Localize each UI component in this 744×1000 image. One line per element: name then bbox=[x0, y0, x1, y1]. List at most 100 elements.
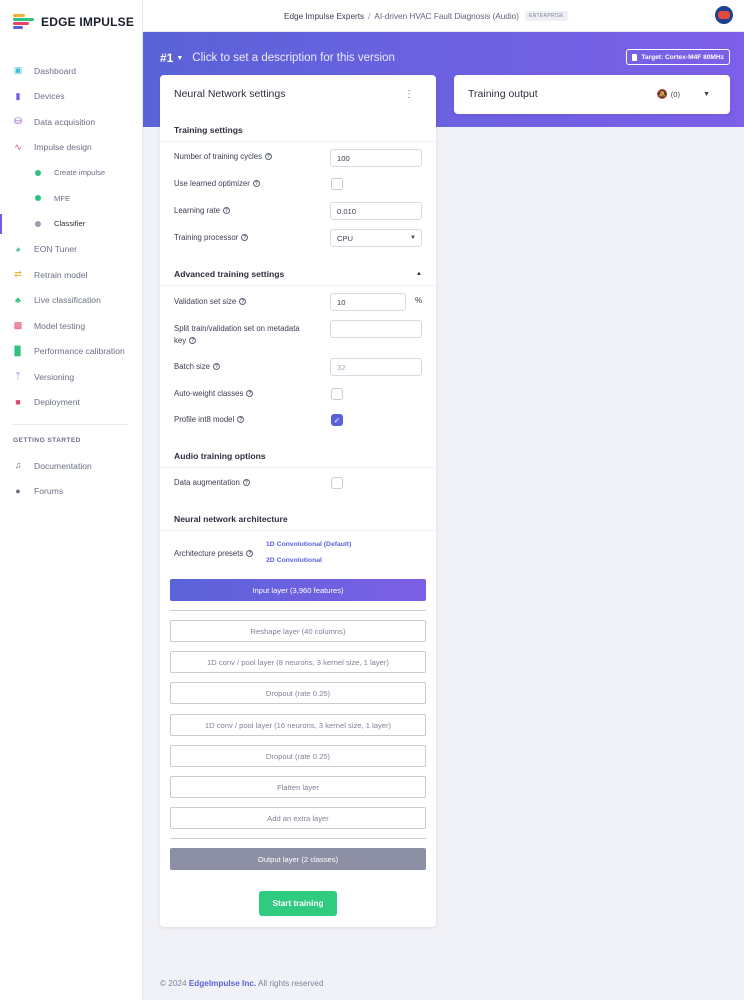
help-icon[interactable]: ? bbox=[212, 363, 220, 370]
sidebar-item-data-acquisition[interactable]: ⛁ Data acquisition bbox=[0, 109, 143, 135]
layer-divider bbox=[170, 610, 426, 611]
layer-dropout-2[interactable]: Dropout (rate 0.25) bbox=[170, 745, 426, 767]
section-heading-audio: Audio training options bbox=[174, 451, 266, 461]
sidebar-item-forums[interactable]: ● Forums bbox=[0, 479, 143, 505]
testing-icon: ▩ bbox=[13, 320, 23, 331]
version-selector[interactable]: #1 ▼ Click to set a description for this… bbox=[160, 51, 395, 65]
sidebar-item-eon-tuner[interactable]: ◕ EON Tuner bbox=[0, 237, 143, 263]
learned-optimizer-checkbox[interactable] bbox=[331, 178, 343, 190]
help-icon[interactable]: ? bbox=[241, 234, 249, 241]
layer-dropout-1[interactable]: Dropout (rate 0.25) bbox=[170, 682, 426, 704]
sidebar-item-model-testing[interactable]: ▩ Model testing bbox=[0, 313, 143, 339]
status-dot-icon bbox=[35, 195, 41, 202]
learning-rate-input[interactable]: 0.010 bbox=[330, 202, 422, 220]
sidebar-item-label: Impulse design bbox=[34, 142, 92, 153]
training-cycles-label: Number of training cycles? bbox=[174, 152, 272, 161]
input-layer-button[interactable]: Input layer (3,960 features) bbox=[170, 579, 426, 601]
section-heading-training: Training settings bbox=[174, 125, 243, 135]
help-icon[interactable]: ? bbox=[239, 298, 247, 305]
sidebar-item-label: Retrain model bbox=[34, 269, 88, 280]
help-icon[interactable]: ? bbox=[242, 479, 250, 486]
sidebar-item-label: Deployment bbox=[34, 397, 80, 408]
layer-conv1d-1[interactable]: 1D conv / pool layer (8 neurons, 3 kerne… bbox=[170, 651, 426, 673]
sidebar-item-deployment[interactable]: ■ Deployment bbox=[0, 390, 143, 416]
auto-weight-checkbox[interactable] bbox=[331, 388, 343, 400]
divider bbox=[160, 141, 436, 142]
section-heading-architecture: Neural network architecture bbox=[174, 514, 288, 524]
profile-int8-checkbox[interactable]: ✓ bbox=[331, 414, 343, 426]
preset-1d-conv-link[interactable]: 1D Convolutional (Default) bbox=[266, 541, 351, 548]
sidebar-item-versioning[interactable]: ᛉ Versioning bbox=[0, 364, 143, 390]
sidebar-item-label: Data acquisition bbox=[34, 116, 96, 127]
sidebar-item-label: Live classification bbox=[34, 295, 101, 306]
plan-badge: ENTERPRISE bbox=[524, 11, 568, 21]
shuffle-icon: ⇄ bbox=[14, 269, 22, 280]
help-icon[interactable]: ? bbox=[246, 390, 254, 397]
chip-icon bbox=[632, 53, 638, 61]
layer-flatten[interactable]: Flatten layer bbox=[170, 776, 426, 798]
sidebar-item-dashboard[interactable]: ▣ Dashboard bbox=[0, 58, 143, 84]
sidebar: EDGE IMPULSE ▣ Dashboard ▮ Devices ⛁ Dat… bbox=[0, 0, 143, 1000]
data-augmentation-checkbox[interactable] bbox=[331, 477, 343, 489]
notifications-control[interactable]: 🔕 (0) ▼ bbox=[657, 89, 710, 100]
validation-size-label: Validation set size? bbox=[174, 297, 247, 306]
help-icon[interactable]: ? bbox=[264, 153, 272, 160]
training-processor-label: Training processor? bbox=[174, 233, 249, 242]
sidebar-item-performance-calibration[interactable]: ▉ Performance calibration bbox=[0, 339, 143, 365]
training-output-card: Training output 🔕 (0) ▼ bbox=[454, 75, 730, 114]
learning-rate-label: Learning rate? bbox=[174, 206, 230, 215]
caret-down-icon: ▼ bbox=[176, 54, 184, 62]
section-heading-advanced: Advanced training settings bbox=[174, 269, 285, 279]
sidebar-group-label: GETTING STARTED bbox=[13, 437, 81, 444]
sidebar-subitem-create-impulse[interactable]: Create impulse bbox=[0, 160, 143, 186]
training-processor-select[interactable]: CPU ▼ bbox=[330, 229, 422, 247]
sidebar-subitem-mfe[interactable]: MFE bbox=[0, 186, 143, 212]
more-options-icon[interactable]: ⋮ bbox=[404, 90, 414, 100]
breadcrumb-project[interactable]: AI-driven HVAC Fault Diagnosis (Audio) bbox=[374, 12, 519, 21]
percent-unit: % bbox=[415, 296, 423, 305]
version-description[interactable]: Click to set a description for this vers… bbox=[192, 52, 395, 64]
sidebar-item-label: Dashboard bbox=[34, 65, 77, 76]
help-icon[interactable]: ? bbox=[246, 550, 254, 557]
help-icon[interactable]: ? bbox=[222, 207, 230, 214]
layer-reshape[interactable]: Reshape layer (40 columns) bbox=[170, 620, 426, 642]
split-metadata-input[interactable] bbox=[330, 320, 422, 338]
divider bbox=[160, 467, 436, 468]
divider bbox=[160, 530, 436, 531]
preset-2d-conv-link[interactable]: 2D Convolutional bbox=[266, 557, 322, 564]
topbar: Edge Impulse Experts / AI-driven HVAC Fa… bbox=[143, 0, 744, 32]
caret-down-icon[interactable]: ▼ bbox=[703, 91, 710, 98]
auto-weight-label: Auto-weight classes? bbox=[174, 389, 254, 398]
batch-size-input[interactable]: 32 bbox=[330, 358, 422, 376]
start-training-button[interactable]: Start training bbox=[259, 891, 337, 916]
breadcrumb-org[interactable]: Edge Impulse Experts bbox=[284, 12, 364, 21]
company-link[interactable]: EdgeImpulse Inc. bbox=[189, 979, 256, 988]
sidebar-item-documentation[interactable]: ♫ Documentation bbox=[0, 453, 143, 479]
sidebar-item-label: Create impulse bbox=[54, 168, 106, 178]
divider bbox=[160, 285, 436, 286]
split-metadata-label: Split train/validation set on metadata bbox=[174, 324, 300, 333]
training-cycles-input[interactable]: 100 bbox=[330, 149, 422, 167]
add-layer-button[interactable]: Add an extra layer bbox=[170, 807, 426, 829]
sidebar-subitem-classifier[interactable]: Classifier bbox=[0, 211, 143, 237]
nn-settings-card: Neural Network settings ⋮ Training setti… bbox=[160, 75, 436, 927]
help-icon[interactable]: ? bbox=[252, 180, 260, 187]
target-button[interactable]: Target: Cortex-M4F 80MHz bbox=[626, 49, 730, 65]
output-layer-button[interactable]: Output layer (2 classes) bbox=[170, 848, 426, 870]
logo[interactable]: EDGE IMPULSE bbox=[13, 13, 134, 31]
split-metadata-label-2: key? bbox=[174, 336, 197, 345]
help-icon[interactable]: ? bbox=[189, 337, 197, 344]
bell-off-icon: 🔕 bbox=[656, 89, 668, 99]
device-icon: ▮ bbox=[15, 90, 21, 101]
collapse-icon[interactable]: ▲ bbox=[416, 271, 422, 277]
sidebar-item-retrain-model[interactable]: ⇄ Retrain model bbox=[0, 262, 143, 288]
chat-icon: ● bbox=[15, 485, 21, 496]
sidebar-item-live-classification[interactable]: ♣ Live classification bbox=[0, 288, 143, 314]
validation-size-input[interactable]: 10 bbox=[330, 293, 406, 311]
sidebar-item-devices[interactable]: ▮ Devices bbox=[0, 84, 143, 110]
avatar[interactable] bbox=[715, 6, 733, 24]
layer-conv1d-2[interactable]: 1D conv / pool layer (16 neurons, 3 kern… bbox=[170, 714, 426, 736]
brand-name: EDGE IMPULSE bbox=[41, 15, 135, 29]
sidebar-item-impulse-design[interactable]: ∿ Impulse design bbox=[0, 135, 143, 161]
help-icon[interactable]: ? bbox=[237, 416, 245, 423]
